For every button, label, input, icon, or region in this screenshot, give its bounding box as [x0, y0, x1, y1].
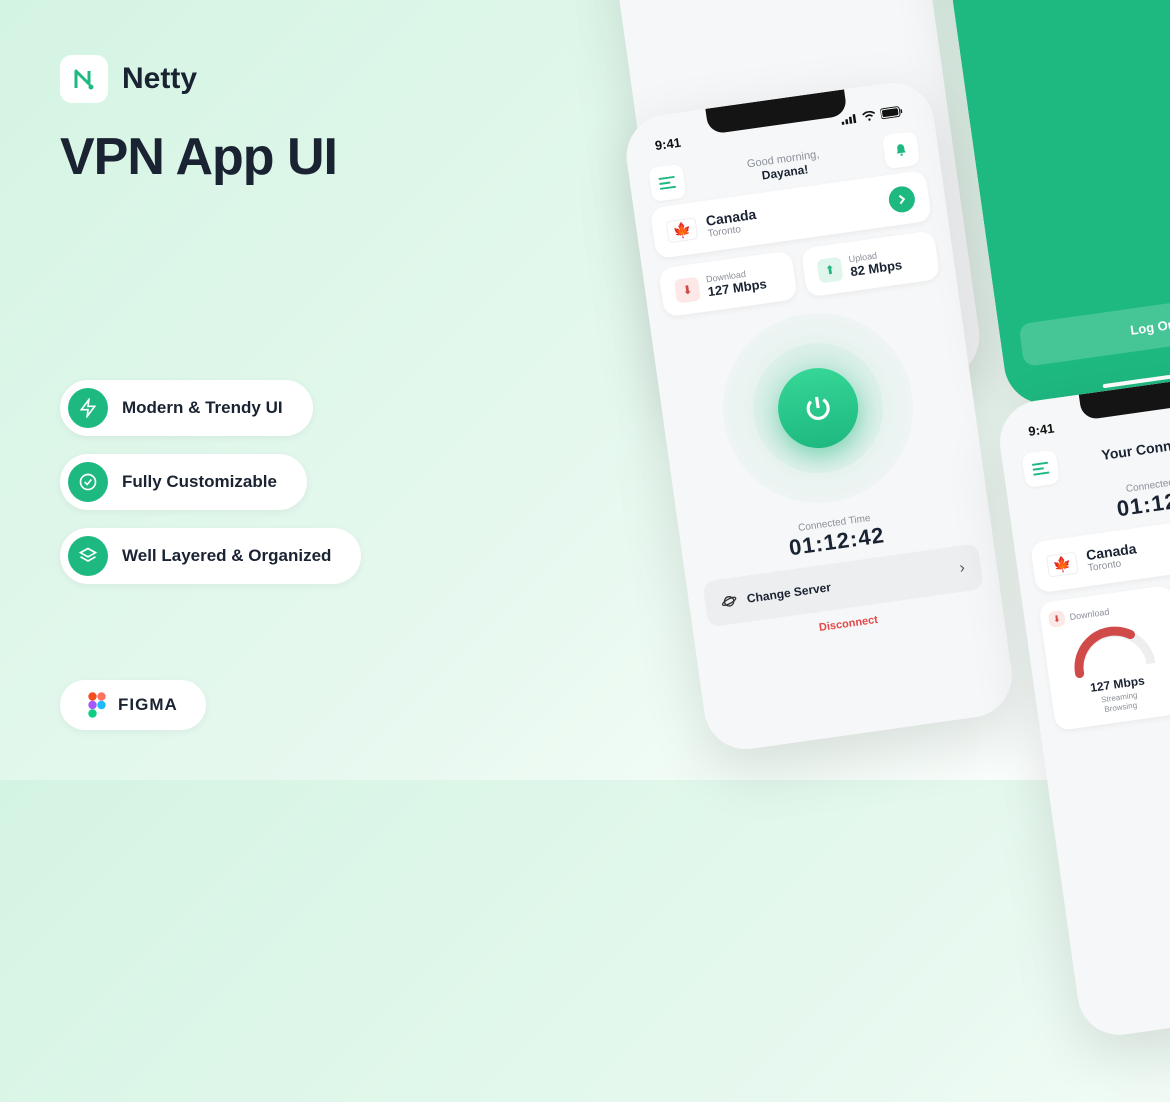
status-icons	[840, 104, 903, 127]
chevron-right-icon	[896, 193, 907, 204]
download-icon: ⬇	[674, 276, 701, 303]
download-speed-card: ⬇ Download 127 Mbps	[658, 250, 798, 317]
menu-icon	[1032, 462, 1050, 476]
chevron-right-icon: ›	[958, 559, 966, 578]
mockup-main: 9:41 Good morning, Dayana! 🍁 Canada	[621, 78, 1017, 755]
brand-logo	[60, 55, 108, 103]
download-gauge-card: ⬇Download 127 Mbps StreamingBrowsing	[1038, 585, 1170, 732]
feature-customizable: Fully Customizable	[60, 454, 307, 510]
notifications-button[interactable]	[882, 131, 920, 169]
figma-label: FIGMA	[118, 695, 178, 715]
download-gauge-icon	[1064, 617, 1160, 679]
power-button[interactable]	[773, 363, 863, 453]
menu-button[interactable]	[1022, 449, 1060, 487]
brand-name: Netty	[122, 62, 197, 96]
feature-label: Fully Customizable	[122, 472, 277, 492]
netty-logo-icon	[71, 66, 97, 92]
feature-modern: Modern & Trendy UI	[60, 380, 313, 436]
power-icon	[801, 391, 835, 425]
status-time: 9:41	[654, 135, 682, 153]
change-server-label: Change Server	[746, 580, 832, 606]
download-label: Download	[1069, 607, 1110, 622]
status-time: 9:41	[1027, 420, 1055, 438]
upload-icon: ⬆	[816, 256, 843, 283]
bell-icon	[893, 142, 909, 158]
check-circle-icon	[68, 462, 108, 502]
menu-button[interactable]	[648, 164, 686, 202]
figma-icon	[88, 692, 106, 718]
go-button[interactable]	[887, 184, 916, 213]
layers-icon	[68, 536, 108, 576]
feature-label: Well Layered & Organized	[122, 546, 331, 566]
headline: VPN App UI	[60, 127, 337, 187]
feature-layered: Well Layered & Organized	[60, 528, 361, 584]
figma-badge: FIGMA	[60, 680, 206, 730]
feature-label: Modern & Trendy UI	[122, 398, 283, 418]
download-icon: ⬇	[1048, 610, 1066, 628]
menu-icon	[659, 176, 677, 190]
bolt-icon	[68, 388, 108, 428]
battery-icon	[880, 105, 903, 119]
mockup-connection: 9:41 Your Connection Connected Time 01:1…	[995, 363, 1170, 1040]
signal-icon	[840, 112, 857, 124]
wifi-icon	[861, 110, 876, 122]
flag-canada-icon: 🍁	[666, 217, 699, 243]
upload-speed-card: ⬆ Upload 82 Mbps	[801, 230, 941, 297]
planet-icon	[720, 592, 738, 610]
flag-canada-icon: 🍁	[1046, 551, 1079, 577]
